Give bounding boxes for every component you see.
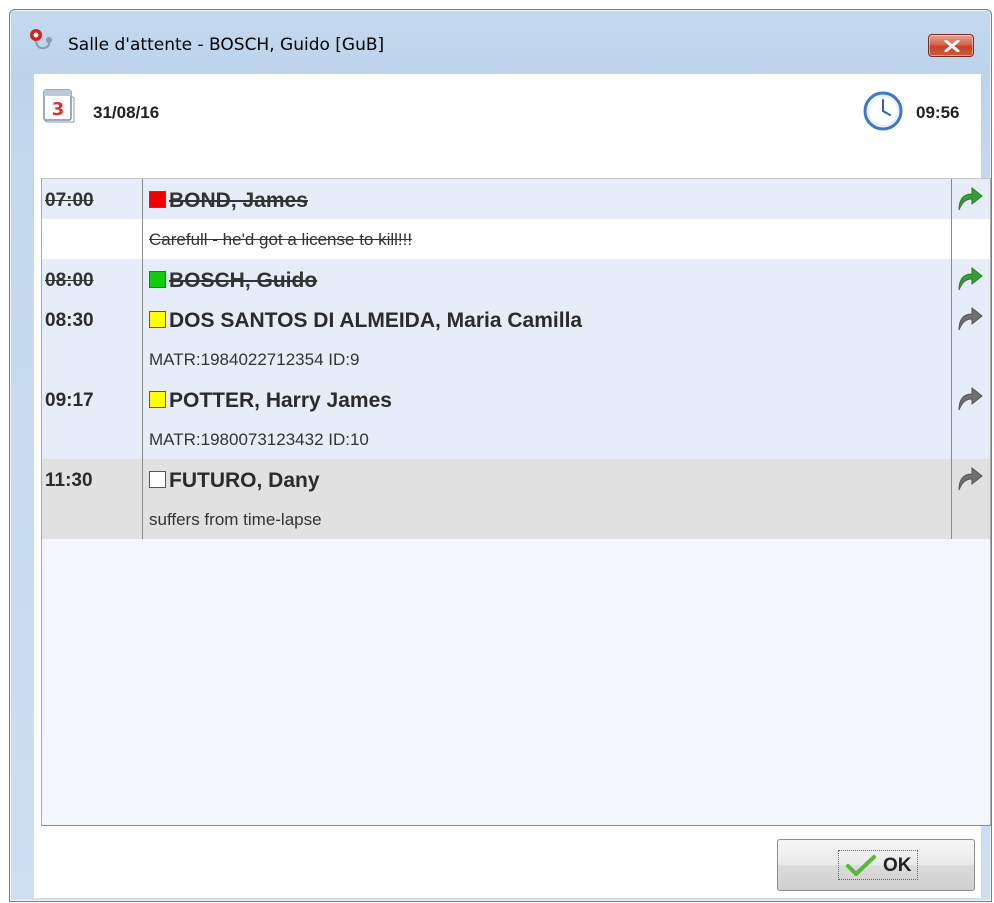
forward-arrow-icon[interactable] (956, 184, 984, 212)
appointment-patient: DOS SANTOS DI ALMEIDA, Maria Camilla (149, 309, 949, 333)
appointment-time: 11:30 (45, 470, 93, 491)
calendar-icon: 3 (43, 89, 75, 123)
ok-button-label: OK (883, 855, 912, 876)
appointment-patient: FUTURO, Dany (149, 469, 949, 493)
patient-name: BOND, James (169, 189, 308, 212)
stethoscope-icon (30, 29, 52, 50)
appointment-row[interactable]: 09:17 POTTER, Harry James (42, 379, 990, 419)
action-column-divider (951, 179, 952, 539)
status-indicator (149, 271, 166, 288)
appointment-time: 09:17 (45, 390, 94, 411)
appointment-patient: POTTER, Harry James (149, 389, 949, 413)
clock-icon (863, 91, 903, 131)
appointment-list[interactable]: 07:00 BOND, James Carefull - he'd got a li… (41, 178, 991, 826)
appointment-note-row[interactable]: MATR:1984022712354 ID:9 (42, 339, 990, 379)
forward-arrow-icon[interactable] (956, 384, 984, 412)
ok-button-focus: OK (838, 850, 918, 880)
svg-text:3: 3 (52, 99, 65, 120)
appointment-note: Carefull - he'd got a license to kill!!! (149, 230, 413, 249)
window-title: Salle d'attente - BOSCH, Guido [GuB] (68, 35, 385, 55)
title-bar[interactable]: Salle d'attente - BOSCH, Guido [GuB] (10, 10, 991, 72)
status-indicator (149, 471, 166, 488)
appointment-row[interactable]: 08:00 BOSCH, Guido (42, 259, 990, 299)
appointment-time: 08:00 (45, 270, 94, 291)
patient-name: BOSCH, Guido (169, 269, 318, 292)
forward-arrow-icon[interactable] (956, 304, 984, 332)
time-column-divider (142, 179, 143, 539)
appointment-time: 07:00 (45, 190, 94, 211)
status-indicator (149, 391, 166, 408)
current-time: 09:56 (916, 103, 960, 122)
dialog-content: 3 31/08/16 09:56 07:00 BOND, James Careful… (34, 74, 991, 898)
appointment-note: MATR:1980073123432 ID:10 (149, 430, 369, 449)
close-x-icon (944, 40, 960, 52)
appointment-note-row[interactable]: suffers from time-lapse (42, 499, 990, 539)
forward-arrow-icon[interactable] (956, 464, 984, 492)
status-indicator (149, 191, 166, 208)
patient-name: FUTURO, Dany (169, 469, 320, 492)
close-button[interactable] (928, 34, 974, 57)
checkmark-icon (846, 855, 876, 876)
appointment-time: 08:30 (45, 310, 94, 331)
appointment-patient: BOSCH, Guido (149, 269, 949, 293)
appointment-row[interactable]: 07:00 BOND, James (42, 179, 990, 219)
appointment-row[interactable]: 08:30 DOS SANTOS DI ALMEIDA, Maria Camill… (42, 299, 990, 339)
appointment-patient: BOND, James (149, 189, 949, 213)
forward-arrow-icon[interactable] (956, 264, 984, 292)
appointment-note: MATR:1984022712354 ID:9 (149, 350, 360, 369)
current-date: 31/08/16 (93, 103, 160, 122)
patient-name: DOS SANTOS DI ALMEIDA, Maria Camilla (169, 309, 583, 332)
status-indicator (149, 311, 166, 328)
waiting-room-window: Salle d'attente - BOSCH, Guido [GuB] 3 3… (9, 9, 992, 902)
appointment-row[interactable]: 11:30 FUTURO, Dany (42, 459, 990, 499)
appointment-note: suffers from time-lapse (149, 510, 322, 529)
ok-button[interactable]: OK (777, 839, 975, 891)
appointment-note-row[interactable]: Carefull - he'd got a license to kill!!! (42, 219, 990, 259)
appointment-note-row[interactable]: MATR:1980073123432 ID:10 (42, 419, 990, 459)
patient-name: POTTER, Harry James (169, 389, 392, 412)
